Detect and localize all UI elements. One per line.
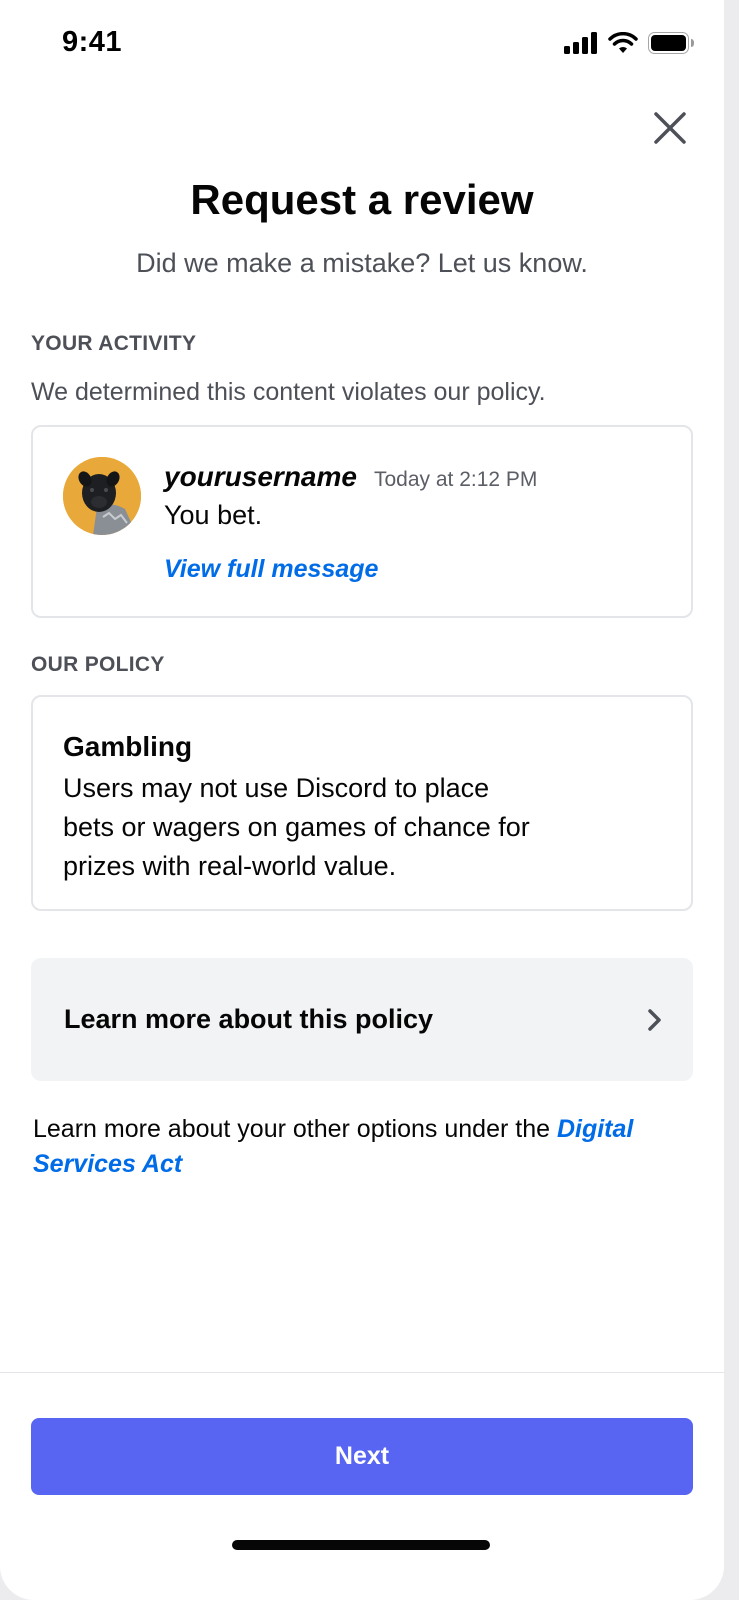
chevron-right-icon [648,1009,661,1031]
request-review-screen: 9:41 Request a review Did we make a mist… [0,0,724,1600]
activity-description: We determined this content violates our … [31,378,546,406]
page-title: Request a review [190,176,534,223]
policy-card: Gambling Users may not use Discord to pl… [31,695,693,911]
next-button[interactable]: Next [31,1418,693,1495]
avatar [63,457,141,535]
status-time: 9:41 [62,26,123,58]
dsa-prefix: Learn more about your other options unde… [33,1115,557,1143]
policy-section-label: OUR POLICY [31,653,165,676]
learn-more-policy-button[interactable]: Learn more about this policy [31,958,693,1081]
message-text: You bet. [164,500,263,530]
wifi-icon [608,32,638,53]
dsa-paragraph: Learn more about your other options unde… [33,1112,683,1182]
message-timestamp: Today at 2:12 PM [374,468,538,491]
page-subtitle: Did we make a mistake? Let us know. [136,248,588,278]
activity-section-label: YOUR ACTIVITY [31,332,197,355]
message-card: yourusername Today at 2:12 PM You bet. V… [31,425,693,618]
home-indicator [232,1540,490,1550]
pug-avatar-icon [63,457,141,535]
policy-title: Gambling [63,731,193,762]
signal-icon [564,32,597,54]
footer-divider [0,1372,724,1373]
learn-more-label: Learn more about this policy [64,1004,434,1034]
policy-text: Users may not use Discord to place bets … [63,773,530,881]
message-username[interactable]: yourusername [164,461,357,493]
close-icon[interactable] [652,110,688,146]
view-full-message-link[interactable]: View full message [164,555,378,584]
status-icons [564,32,694,54]
battery-icon [648,32,694,54]
